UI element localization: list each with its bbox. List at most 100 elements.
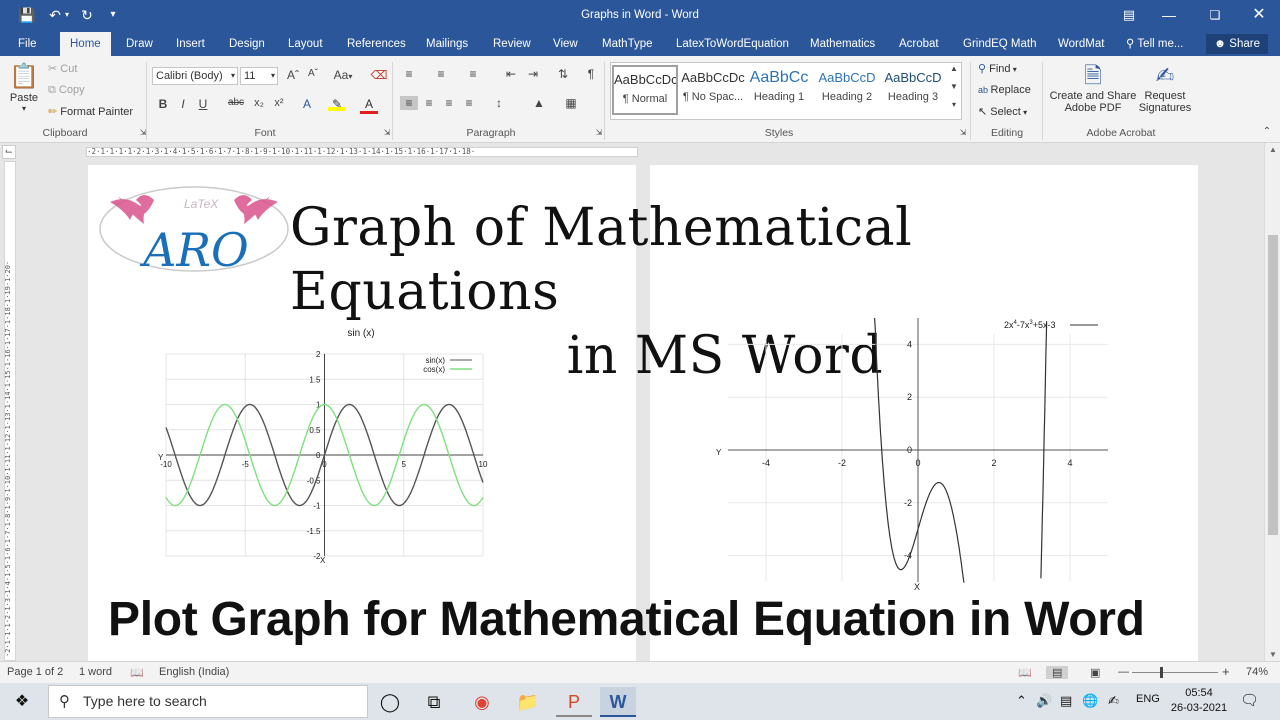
windows-start-icon[interactable]: ❖ xyxy=(4,687,40,717)
tab-file[interactable]: File xyxy=(18,32,37,56)
subscript-icon[interactable]: x₂ xyxy=(250,97,268,109)
italic-icon[interactable]: I xyxy=(174,97,192,111)
show-hidden-icons-icon[interactable]: ⌃ xyxy=(1016,693,1027,709)
gallery-more-icon[interactable]: ▾ xyxy=(947,100,961,109)
restore-icon[interactable]: ❏ xyxy=(1200,4,1230,26)
style-heading-1[interactable]: AaBbCc Heading 1 xyxy=(746,65,812,115)
tab-layout[interactable]: Layout xyxy=(288,32,323,56)
request-signatures-button[interactable]: ✍ Request Signatures xyxy=(1136,62,1194,114)
tab-latex-to-word-equation[interactable]: LatexToWordEquation xyxy=(676,32,789,56)
cut-button[interactable]: ✂ Cut xyxy=(48,62,77,75)
taskbar-search[interactable]: ⚲ Type here to search xyxy=(48,685,368,718)
volume-icon[interactable]: 🔊 xyxy=(1036,693,1052,709)
minimize-icon[interactable]: — xyxy=(1154,4,1184,26)
sort-icon[interactable]: ⇅ xyxy=(554,67,572,81)
dialog-launcher-icon[interactable]: ⇲ xyxy=(378,128,396,137)
proofing-icon[interactable]: 📖 xyxy=(130,666,144,679)
file-explorer-icon[interactable]: 📁 xyxy=(510,687,546,717)
collapse-ribbon-icon[interactable]: ⌃ xyxy=(1258,126,1276,137)
multilevel-list-icon[interactable]: ≡ xyxy=(464,67,482,81)
notifications-icon[interactable]: 🗨 xyxy=(1240,691,1259,709)
network-icon[interactable]: 🌐 xyxy=(1082,693,1098,709)
copy-button[interactable]: ⧉ Copy xyxy=(48,84,85,97)
scrollbar-thumb[interactable] xyxy=(1268,235,1278,535)
line-spacing-icon[interactable]: ↕ xyxy=(490,96,508,110)
font-name-select[interactable]: Calibri (Body) ▾ xyxy=(152,67,238,85)
tell-me-search[interactable]: ⚲ Tell me... xyxy=(1126,32,1183,56)
clear-formatting-icon[interactable]: ⌫ xyxy=(370,68,388,82)
shrink-font-icon[interactable]: Aˇ xyxy=(304,68,322,79)
grow-font-icon[interactable]: Aˆ xyxy=(284,68,302,82)
increase-indent-icon[interactable]: ⇥ xyxy=(524,67,542,81)
zoom-level[interactable]: 74% xyxy=(1246,666,1268,678)
tab-mathematics[interactable]: Mathematics xyxy=(810,32,875,56)
style-normal[interactable]: AaBbCcDc ¶ Normal xyxy=(612,65,678,115)
paste-button[interactable]: 📋 Paste ▾ xyxy=(8,62,40,118)
tab-review[interactable]: Review xyxy=(493,32,531,56)
font-size-select[interactable]: 11 ▾ xyxy=(240,67,278,85)
tab-mailings[interactable]: Mailings xyxy=(426,32,468,56)
tab-grindeq-math[interactable]: GrindEQ Math xyxy=(963,32,1037,56)
style-heading-2[interactable]: AaBbCcD Heading 2 xyxy=(814,65,880,115)
gallery-down-icon[interactable]: ▼ xyxy=(947,82,961,91)
share-button[interactable]: ☻ Share xyxy=(1206,34,1268,54)
cortana-icon[interactable]: ◯ xyxy=(372,687,408,717)
shading-icon[interactable]: ▲ xyxy=(530,96,548,110)
create-share-pdf-button[interactable]: 🗎 Create and Share Adobe PDF xyxy=(1048,62,1138,114)
borders-icon[interactable]: ▦ xyxy=(562,96,580,110)
battery-icon[interactable]: ▤ xyxy=(1060,693,1072,709)
word-icon[interactable]: W xyxy=(600,687,636,717)
tab-insert[interactable]: Insert xyxy=(176,32,205,56)
word-count[interactable]: 1 word xyxy=(79,666,112,678)
strikethrough-icon[interactable]: abc xyxy=(226,97,246,108)
text-effects-icon[interactable]: A xyxy=(298,97,316,111)
pen-icon[interactable]: ✍ xyxy=(1108,693,1119,709)
align-center-icon[interactable]: ≡ xyxy=(420,96,438,110)
align-right-icon[interactable]: ≡ xyxy=(440,96,458,110)
format-painter-button[interactable]: ✏ Format Painter xyxy=(48,105,133,118)
task-view-icon[interactable]: ⧉ xyxy=(416,687,452,717)
language-indicator[interactable]: English (India) xyxy=(159,666,229,678)
tab-view[interactable]: View xyxy=(553,32,578,56)
powerpoint-icon[interactable]: P xyxy=(556,687,592,717)
bullets-icon[interactable]: ≡ xyxy=(400,67,418,81)
highlight-icon[interactable]: ✎ xyxy=(328,97,346,111)
align-left-icon[interactable]: ≡ xyxy=(400,96,418,110)
replace-button[interactable]: ab Replace xyxy=(978,84,1031,96)
zoom-out-icon[interactable]: — xyxy=(1118,666,1129,678)
scroll-down-icon[interactable]: ▼ xyxy=(1269,650,1277,659)
tab-acrobat[interactable]: Acrobat xyxy=(899,32,939,56)
select-button[interactable]: ↖ Select ▾ xyxy=(978,105,1027,118)
tab-wordmat[interactable]: WordMat xyxy=(1058,32,1104,56)
font-color-icon[interactable]: A xyxy=(360,97,378,114)
find-button[interactable]: ⚲ Find ▾ xyxy=(978,62,1017,75)
ruler-track[interactable]: ·2·1·1·1·1·2·1·3·1·4·1·5·1·6·1·7·1·8·1·9… xyxy=(86,147,638,157)
style-no-spacing[interactable]: AaBbCcDc ¶ No Spac... xyxy=(680,65,746,115)
show-formatting-icon[interactable]: ¶ xyxy=(582,67,600,81)
zoom-slider[interactable] xyxy=(1132,672,1218,673)
underline-icon[interactable]: U xyxy=(194,97,212,111)
zoom-slider-thumb[interactable] xyxy=(1160,667,1163,678)
tab-home[interactable]: Home xyxy=(60,32,111,56)
language-indicator[interactable]: ENG xyxy=(1136,693,1160,705)
read-mode-icon[interactable]: 📖 xyxy=(1018,666,1032,679)
zoom-in-icon[interactable]: + xyxy=(1222,664,1230,679)
chrome-icon[interactable]: ◉ xyxy=(464,687,500,717)
superscript-icon[interactable]: x² xyxy=(270,97,288,109)
tab-references[interactable]: References xyxy=(347,32,406,56)
tab-mathtype[interactable]: MathType xyxy=(602,32,653,56)
gallery-up-icon[interactable]: ▲ xyxy=(947,64,961,73)
page-count[interactable]: Page 1 of 2 xyxy=(7,666,63,678)
close-icon[interactable]: ✕ xyxy=(1244,4,1274,26)
tab-selector-icon[interactable]: ⌙ xyxy=(2,145,16,159)
bold-icon[interactable]: B xyxy=(154,97,172,111)
tab-design[interactable]: Design xyxy=(229,32,265,56)
dialog-launcher-icon[interactable]: ⇲ xyxy=(590,128,608,137)
vertical-scrollbar[interactable]: ▲ ▼ xyxy=(1264,143,1280,661)
change-case-button[interactable]: Aa▾ xyxy=(331,68,355,82)
style-heading-3[interactable]: AaBbCcD Heading 3 xyxy=(880,65,946,115)
print-layout-icon[interactable]: ▤ xyxy=(1046,666,1069,679)
clock[interactable]: 05:54 26-03-2021 xyxy=(1170,686,1228,716)
ribbon-display-options-icon[interactable]: ▤ xyxy=(1114,4,1144,26)
tab-draw[interactable]: Draw xyxy=(126,32,153,56)
